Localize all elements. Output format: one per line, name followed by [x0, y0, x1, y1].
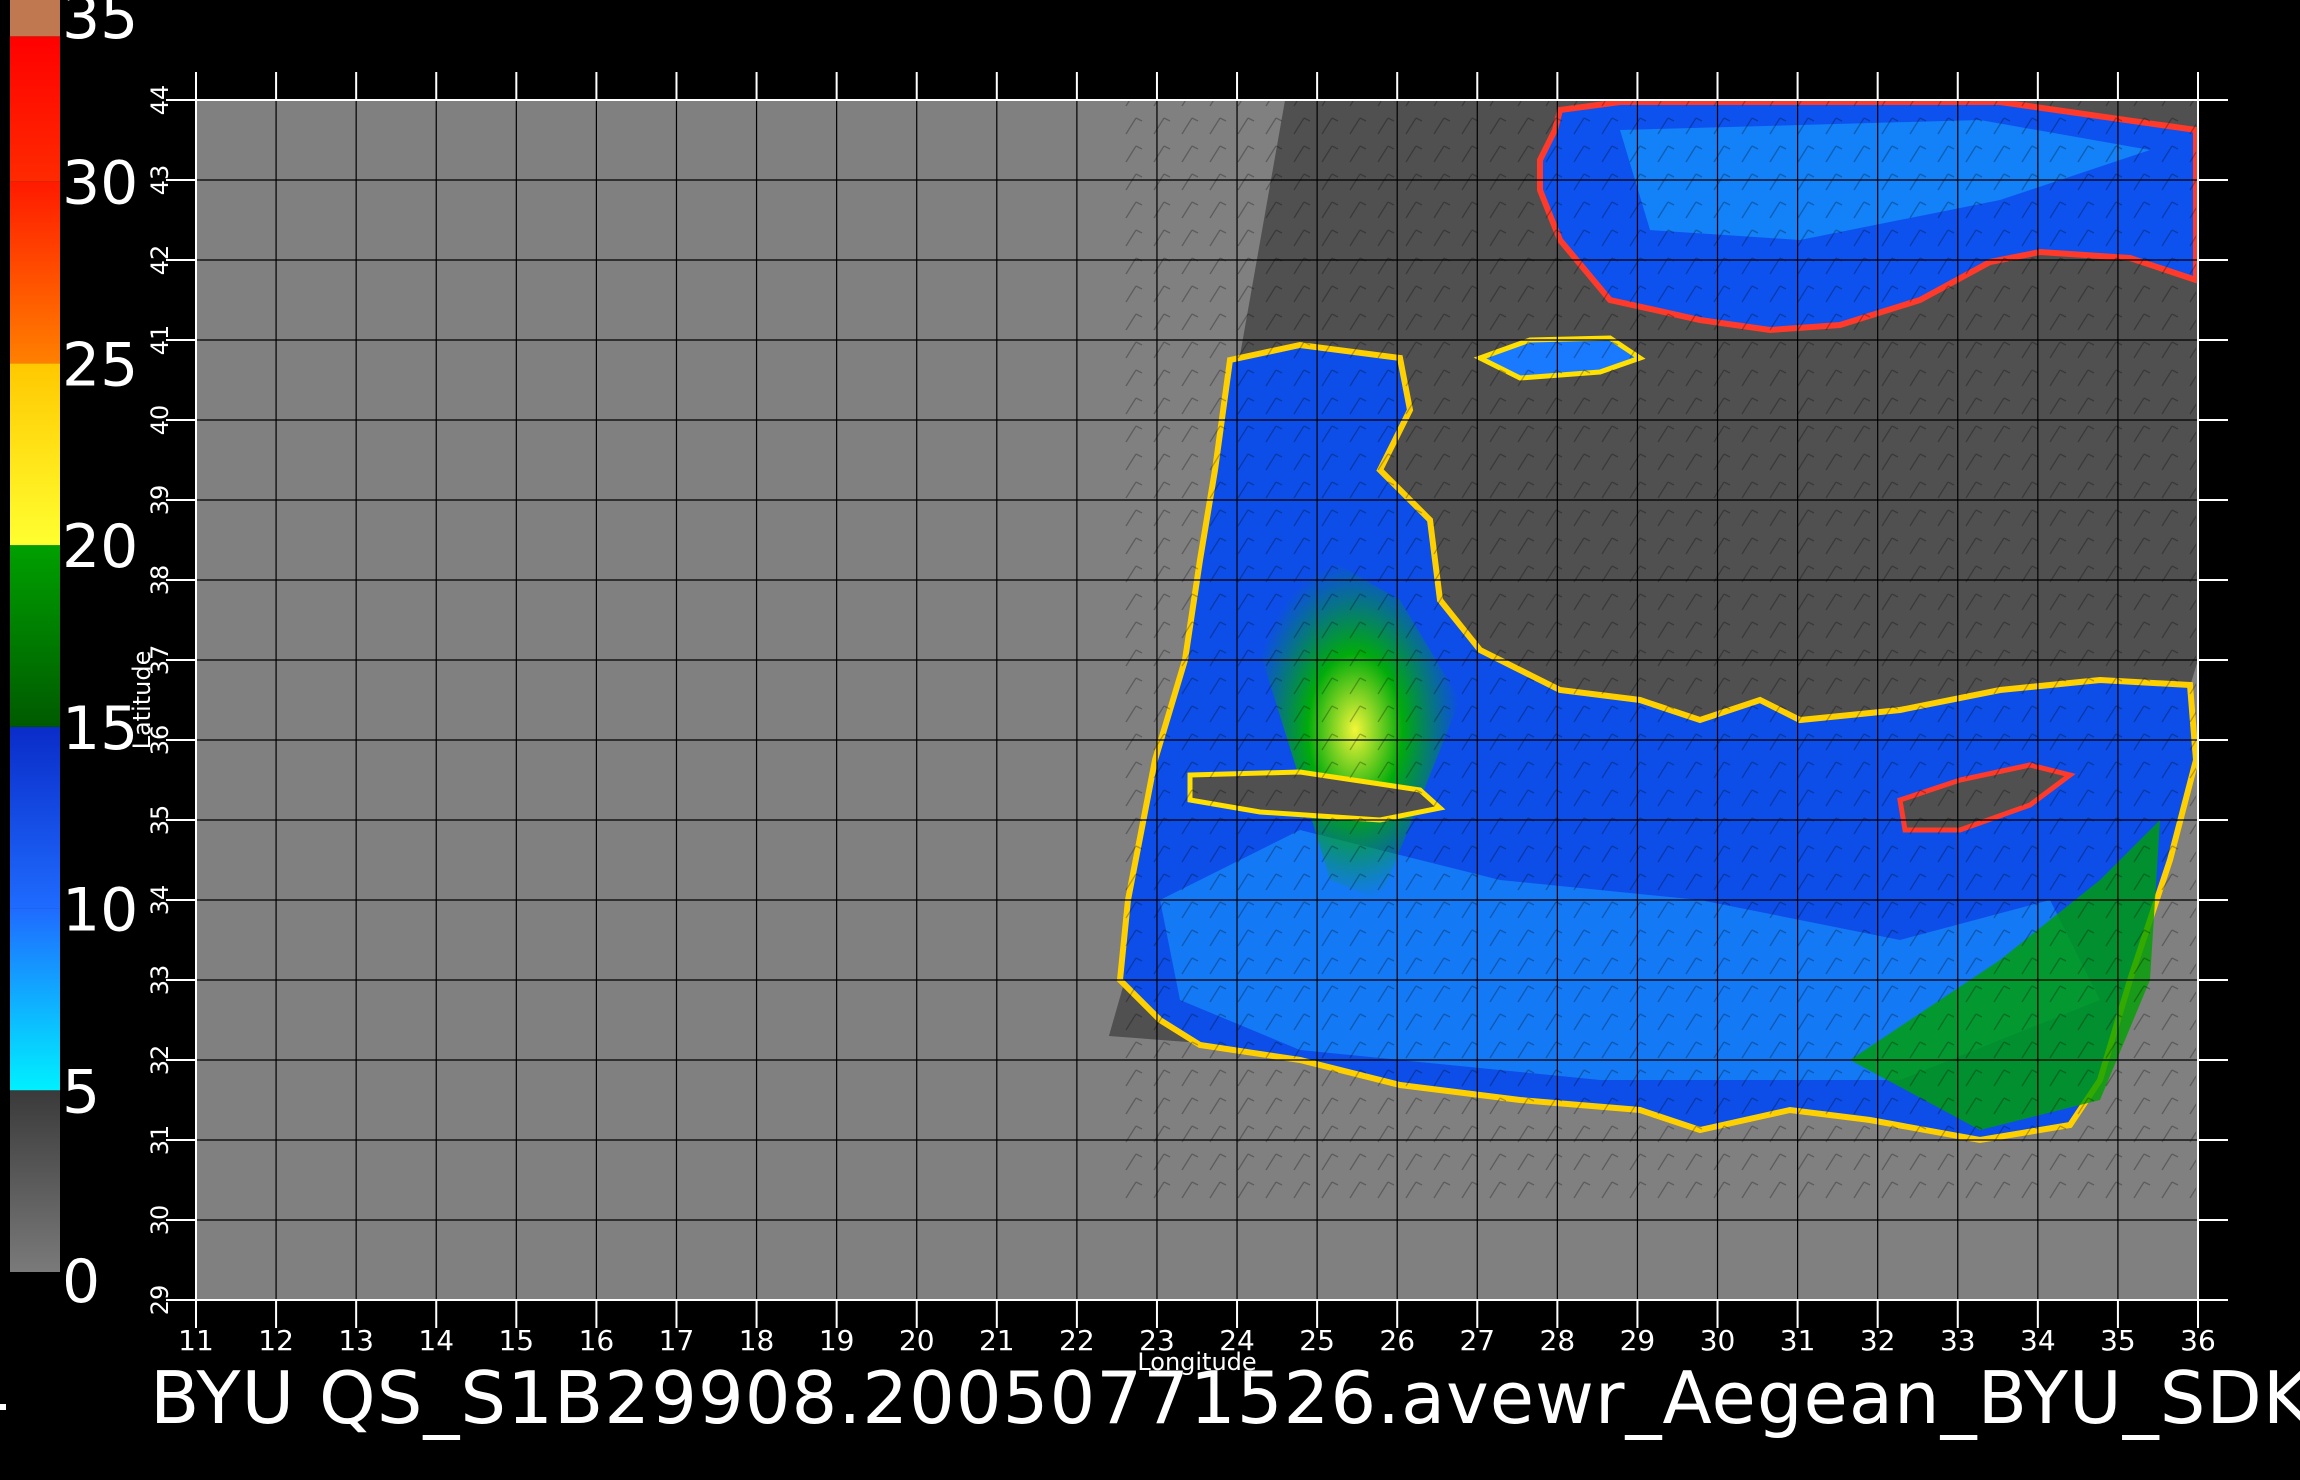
- lon-tick-label: 11: [178, 1324, 214, 1357]
- colorbar-tick-label: 25: [62, 330, 138, 400]
- lon-tick-label: 26: [1379, 1324, 1415, 1357]
- edge-marker: [0, 1404, 6, 1410]
- lat-tick-label: 34: [146, 885, 174, 916]
- lon-tick-label: 20: [899, 1324, 935, 1357]
- lon-tick-label: 15: [498, 1324, 534, 1357]
- y-axis-label: Latitude: [128, 651, 156, 750]
- colorbar: [10, 0, 60, 1272]
- lat-tick-label: 39: [146, 485, 174, 516]
- colorbar-tick-label: 35: [62, 0, 138, 53]
- colorbar-tick-label: 0: [62, 1247, 100, 1317]
- colorbar-band: [10, 181, 60, 364]
- lat-tick-label: 38: [146, 565, 174, 596]
- lon-tick-label: 13: [338, 1324, 374, 1357]
- colorbar-tick-label: 10: [62, 876, 138, 946]
- colorbar-tick-label: 15: [62, 694, 138, 764]
- lon-tick-label: 22: [1059, 1324, 1095, 1357]
- lon-tick-label: 27: [1459, 1324, 1495, 1357]
- lat-tick-label: 35: [146, 805, 174, 836]
- lon-tick-label: 14: [418, 1324, 454, 1357]
- lat-tick-label: 32: [146, 1045, 174, 1076]
- lat-tick-label: 30: [146, 1205, 174, 1236]
- lon-tick-label: 34: [2020, 1324, 2056, 1357]
- lon-tick-label: 16: [579, 1324, 615, 1357]
- colorbar-band: [10, 36, 60, 182]
- lon-tick-label: 31: [1780, 1324, 1816, 1357]
- colorbar-band: [10, 545, 60, 727]
- lon-tick-label: 29: [1620, 1324, 1656, 1357]
- colorbar-band: [10, 726, 60, 909]
- lon-tick-label: 19: [819, 1324, 855, 1357]
- lon-tick-label: 28: [1540, 1324, 1576, 1357]
- lon-tick-label: 18: [739, 1324, 775, 1357]
- lon-tick-label: 35: [2100, 1324, 2136, 1357]
- lat-tick-label: 33: [146, 965, 174, 996]
- lat-tick-label: 41: [146, 325, 174, 356]
- lon-tick-label: 21: [979, 1324, 1015, 1357]
- wind-speed-map: 0 5 10 15 20 25 30 35 11 12 13 14 15 16 17 18 1…: [10, 0, 2228, 1376]
- lat-tick-label: 44: [146, 85, 174, 116]
- colorbar-band: [10, 363, 60, 546]
- lon-tick-label: 30: [1700, 1324, 1736, 1357]
- colorbar-band: [10, 908, 60, 1091]
- wind-field-sea: [1116, 100, 2198, 1200]
- lon-tick-label: 12: [258, 1324, 294, 1357]
- lat-tick-label: 40: [146, 405, 174, 436]
- colorbar-band: [10, 1090, 60, 1272]
- lat-tick-label: 43: [146, 165, 174, 196]
- colorbar-band: [10, 0, 60, 37]
- colorbar-tick-label: 30: [62, 149, 138, 219]
- colorbar-tick-label: 20: [62, 512, 138, 582]
- lon-tick-label: 17: [659, 1324, 695, 1357]
- lon-tick-label: 25: [1299, 1324, 1335, 1357]
- colorbar-tick-label: 5: [62, 1057, 100, 1127]
- lat-tick-label: 31: [146, 1125, 174, 1156]
- lon-tick-label: 33: [1940, 1324, 1976, 1357]
- lat-tick-label: 42: [146, 245, 174, 276]
- lon-tick-label: 36: [2180, 1324, 2216, 1357]
- lat-tick-label: 29: [146, 1285, 174, 1316]
- lon-tick-label: 32: [1860, 1324, 1896, 1357]
- page-title: BYU QS_S1B29908.20050771526.avewr_Aegean…: [150, 1356, 2300, 1440]
- colorbar-labels: 0 5 10 15 20 25 30 35: [62, 0, 138, 1317]
